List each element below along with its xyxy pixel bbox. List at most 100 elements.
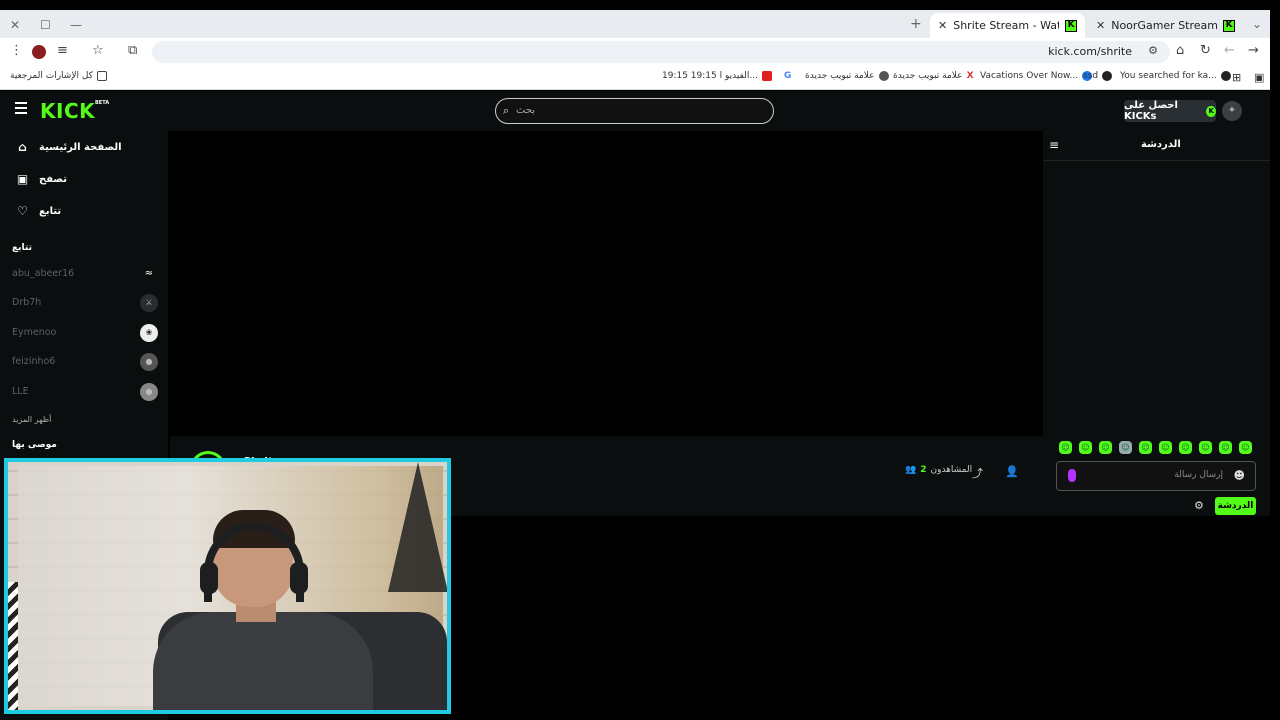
- kick-logo[interactable]: KICK: [40, 99, 95, 123]
- top-strip: [0, 0, 1280, 10]
- emoji-icon[interactable]: ☻: [1234, 469, 1245, 482]
- new-tab-icon[interactable]: +: [910, 16, 922, 32]
- home-icon[interactable]: ⌂: [1176, 44, 1184, 58]
- bookmark-label: كل الإشارات المرجعية: [10, 71, 93, 81]
- site-settings-icon[interactable]: ⚙: [1148, 44, 1158, 57]
- heart-icon: ♡: [17, 204, 28, 218]
- following-header: تتابع: [12, 243, 32, 253]
- hamburger-menu-icon[interactable]: [15, 102, 27, 114]
- sidebar-item-label: الصفحة الرئيسية: [39, 141, 122, 153]
- following-item[interactable]: abu_abeer16 ≈: [12, 265, 158, 283]
- viewers-icon: 👥: [905, 465, 917, 475]
- bookmarks-manager-icon[interactable]: ☆: [92, 44, 104, 58]
- sidebar-item-browse[interactable]: ▣ تصفح: [16, 172, 67, 186]
- following-item[interactable]: Eymenoo ❀: [12, 324, 158, 342]
- bookmark-label: You searched for ka...: [1120, 71, 1217, 81]
- emote-icon[interactable]: ☺: [1199, 441, 1212, 454]
- search-input[interactable]: ⌕ بحث: [495, 98, 774, 124]
- extensions-icon[interactable]: ⧉: [128, 44, 137, 58]
- channel-avatar: ❀: [140, 324, 158, 342]
- emote-icon[interactable]: ☺: [1119, 441, 1132, 454]
- close-tab-icon[interactable]: ✕: [1096, 19, 1105, 32]
- show-more-link[interactable]: أظهر المزيد: [12, 415, 51, 424]
- video-player[interactable]: [170, 131, 1043, 436]
- get-kicks-button[interactable]: احصل على KICKs K: [1124, 100, 1216, 122]
- sidebar-item-label: تتابع: [39, 205, 62, 217]
- bookmark-vacations[interactable]: Vacations Over Now...: [980, 71, 1093, 81]
- microphone-icon[interactable]: [1068, 469, 1076, 482]
- emote-icon[interactable]: ☺: [1139, 441, 1152, 454]
- address-bar[interactable]: kick.com/shrite ⚙: [152, 41, 1170, 63]
- following-item[interactable]: Drb7h ⚔: [12, 294, 158, 312]
- tab-title: Shrite Stream - Watch Live on K: [953, 19, 1060, 32]
- viewers-number: 2: [920, 465, 927, 475]
- get-kicks-label: احصل على KICKs: [1124, 100, 1178, 122]
- reload-icon[interactable]: ↻: [1200, 44, 1211, 58]
- tab-noorgamer[interactable]: ✕ NoorGamer Stream - Watch Li K: [1088, 13, 1243, 38]
- following-item[interactable]: LLE ●: [12, 383, 158, 401]
- bookmark-video[interactable]: 19:15 19:15 الفيديو ا...: [662, 71, 772, 81]
- channel-name: Eymenoo: [12, 327, 57, 338]
- chat-title: الدردشة: [1141, 139, 1181, 150]
- emote-icon[interactable]: ☺: [1179, 441, 1192, 454]
- search-placeholder: بحث: [516, 105, 536, 116]
- share-icon[interactable]: ⤴: [972, 465, 983, 481]
- x-icon: X: [966, 71, 974, 81]
- webcam-overlay: [4, 458, 451, 714]
- browse-icon: ▣: [16, 172, 29, 186]
- channel-avatar: ●: [140, 383, 158, 401]
- maximize-icon[interactable]: ☐: [40, 18, 51, 32]
- chat-message-input[interactable]: إرسال رسالة ☻: [1056, 461, 1256, 491]
- emote-icon[interactable]: ☺: [1099, 441, 1112, 454]
- search-icon: ⌕: [503, 104, 510, 117]
- follow-icon[interactable]: 👤: [1005, 465, 1019, 478]
- channel-name: Drb7h: [12, 297, 42, 308]
- url-text[interactable]: kick.com/shrite: [1048, 45, 1132, 58]
- chat-settings-icon[interactable]: ⚙: [1194, 499, 1204, 512]
- folder-icon: [96, 71, 107, 81]
- right-strip: [1270, 10, 1280, 720]
- following-item[interactable]: feizinho6 ●: [12, 353, 158, 371]
- playlist-icon[interactable]: ≡: [57, 44, 68, 58]
- bookmark-all[interactable]: كل الإشارات المرجعية: [10, 71, 107, 81]
- browser-toolbar: ⋮ ≡ ☆ ⧉ ☆ kick.com/shrite ⚙ ⌂ ↻ ← →: [0, 38, 1270, 66]
- chat-header: ≡ الدردشة: [1043, 131, 1270, 161]
- channel-name: abu_abeer16: [12, 268, 75, 279]
- recommended-header: موصى بها: [12, 440, 57, 450]
- emote-row: ☺ ☺ ☺ ☺ ☺ ☺ ☺ ☺ ☺ ☺: [1059, 441, 1252, 454]
- minimize-icon[interactable]: —: [70, 18, 82, 32]
- menu-dots-icon[interactable]: ⋮: [10, 44, 23, 58]
- profile-avatar-icon[interactable]: [32, 45, 46, 59]
- emote-icon[interactable]: ☺: [1079, 441, 1092, 454]
- bookmark-newtab-2[interactable]: علامة تبويب جديدة X: [893, 71, 974, 81]
- bookmark-search[interactable]: You searched for ka...: [1120, 71, 1231, 81]
- apps-grid-icon[interactable]: ⊞: [1232, 71, 1241, 84]
- sidebar-item-home[interactable]: ⌂ الصفحة الرئيسية: [16, 140, 122, 154]
- bookmark-newtab-1[interactable]: علامة تبويب جديدة: [805, 71, 889, 81]
- bookmark-ssd[interactable]: ssd: [1083, 71, 1113, 81]
- bookmark-youtube[interactable]: [762, 71, 772, 81]
- channel-avatar: ⚔: [140, 294, 158, 312]
- user-avatar[interactable]: ✦: [1222, 101, 1242, 121]
- forward-icon[interactable]: ←: [1224, 44, 1235, 58]
- sidebar-item-following[interactable]: ♡ تتابع: [16, 204, 61, 218]
- emote-icon[interactable]: ☺: [1159, 441, 1172, 454]
- headset-ear-left: [200, 562, 218, 594]
- tab-search-icon[interactable]: ⌄: [1252, 17, 1262, 31]
- close-window-icon[interactable]: ✕: [10, 18, 20, 32]
- tab-bar: ✕ ☐ — + ✕ Shrite Stream - Watch Live on …: [0, 10, 1270, 38]
- bookmark-label: علامة تبويب جديدة: [805, 71, 875, 81]
- eiffel-decoration: [388, 462, 447, 592]
- bookmark-google[interactable]: G: [784, 71, 791, 81]
- emote-icon[interactable]: ☺: [1219, 441, 1232, 454]
- back-icon[interactable]: →: [1248, 44, 1259, 58]
- reading-list-icon[interactable]: ▣: [1254, 71, 1264, 84]
- close-tab-icon[interactable]: ✕: [938, 19, 947, 32]
- emote-icon[interactable]: ☺: [1059, 441, 1072, 454]
- google-icon: G: [784, 71, 792, 81]
- emote-icon[interactable]: ☺: [1239, 441, 1252, 454]
- tab-shrite[interactable]: ✕ Shrite Stream - Watch Live on K K: [930, 13, 1085, 38]
- collapse-chat-icon[interactable]: ≡: [1049, 138, 1059, 152]
- bookmark-label: علامة تبويب جديدة: [893, 71, 963, 81]
- chat-send-button[interactable]: الدردشة: [1215, 497, 1256, 515]
